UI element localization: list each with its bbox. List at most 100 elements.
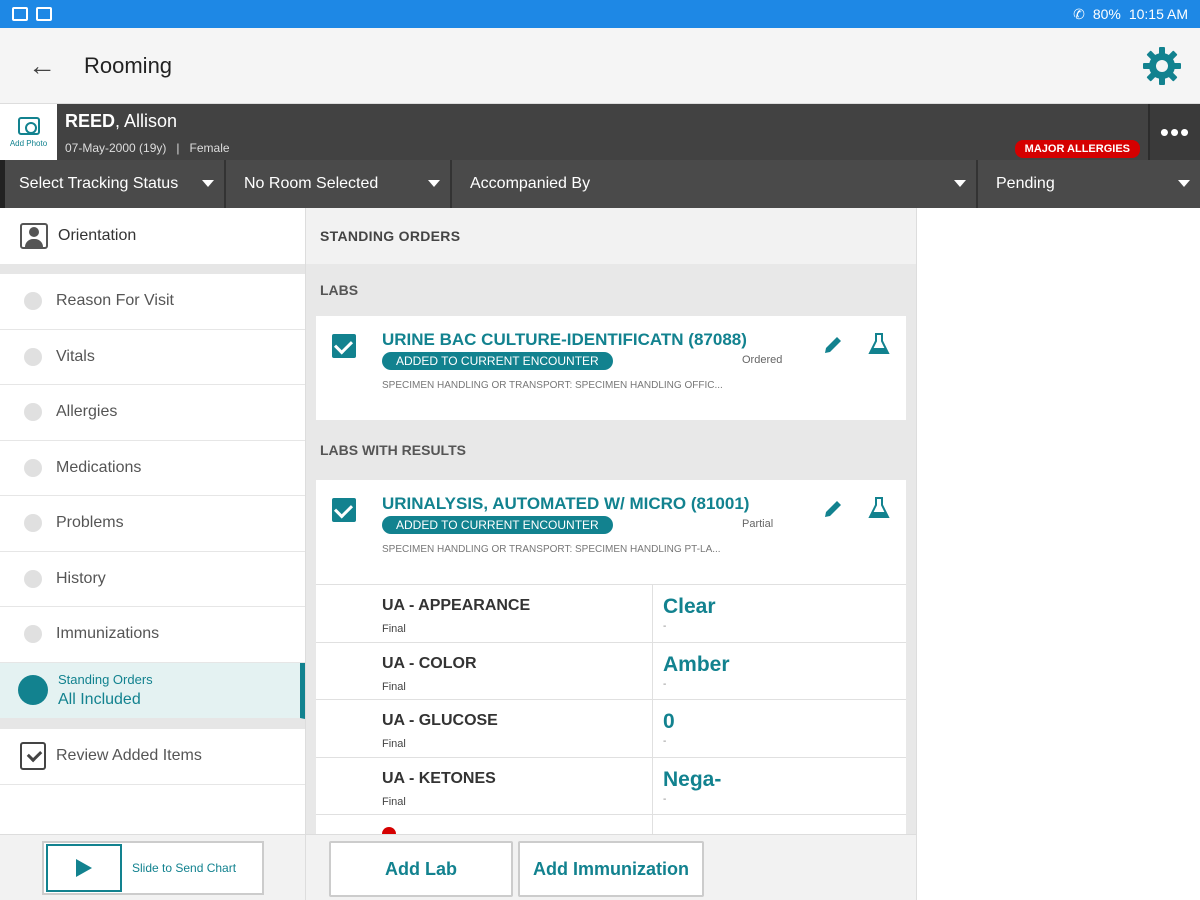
accompanied-dropdown[interactable]: Accompanied By	[452, 160, 978, 208]
camera-icon	[17, 116, 40, 135]
app-bar: ← Rooming	[0, 28, 1200, 104]
nav-item-immunizations[interactable]: Immunizations	[0, 607, 305, 663]
patient-sex: Female	[189, 141, 230, 155]
patient-header: Add Photo REED, Allison 07-May-2000 (19y…	[0, 104, 1200, 160]
clipboard-check-icon	[20, 742, 46, 770]
room-label: No Room Selected	[244, 175, 379, 192]
table-row: UA - GLUCOSE Final 0 -	[316, 700, 906, 758]
slide-label: Slide to Send Chart	[132, 861, 237, 875]
main-content: STANDING ORDERS LABS URINE BAC CULTURE-I…	[306, 208, 916, 834]
result-status: Final	[382, 680, 406, 693]
result-status: Final	[382, 795, 406, 808]
tracking-status-label: Select Tracking Status	[19, 175, 179, 192]
slide-to-send-chart[interactable]: Slide to Send Chart	[42, 841, 264, 895]
more-options-icon[interactable]: •••	[1148, 104, 1200, 160]
bottom-action-bar: Add Lab Add Immunization	[306, 834, 916, 900]
table-row: UA - APPEARANCE Final Clear -	[316, 585, 906, 643]
room-dropdown[interactable]: No Room Selected	[226, 160, 452, 208]
result-value: Clear	[663, 595, 716, 618]
nav-item-label: Vitals	[56, 347, 95, 365]
table-row: UA - COLOR Final Amber -	[316, 642, 906, 700]
nav-item-problems[interactable]: Problems	[0, 496, 305, 552]
status-bar: ✆ 80% 10:15 AM	[0, 0, 1200, 28]
patient-first-name: , Allison	[115, 111, 178, 131]
nav-item-allergies[interactable]: Allergies	[0, 385, 305, 441]
encounter-badge: ADDED TO CURRENT ENCOUNTER	[382, 352, 613, 370]
chevron-down-icon	[202, 180, 214, 187]
nav-item-label: Allergies	[56, 403, 118, 421]
nav-item-medications[interactable]: Medications	[0, 441, 305, 496]
status-dot-icon	[24, 347, 42, 366]
nav-item-history[interactable]: History	[0, 552, 305, 607]
gallery-icon	[12, 7, 28, 21]
visit-status-dropdown[interactable]: Pending	[978, 160, 1200, 208]
battery-level: 80%	[1092, 6, 1121, 22]
visit-status-label: Pending	[996, 175, 1055, 192]
left-nav: Orientation Reason For Visit Vitals Alle…	[0, 208, 306, 834]
result-value: Amber	[663, 652, 730, 676]
lab-checkbox[interactable]	[332, 334, 356, 358]
alert-icon	[382, 827, 396, 834]
pencil-icon[interactable]	[822, 498, 844, 520]
result-sub: -	[663, 793, 667, 805]
tracking-status-dropdown[interactable]: Select Tracking Status	[0, 160, 226, 208]
add-photo-label: Add Photo	[9, 138, 48, 148]
lab-status: Ordered	[742, 354, 783, 366]
chevron-down-icon	[428, 180, 440, 187]
dropdown-bar: Select Tracking Status No Room Selected …	[0, 160, 1200, 208]
flask-icon[interactable]	[868, 332, 890, 356]
lab-card: URINALYSIS, AUTOMATED W/ MICRO (81001) A…	[316, 480, 906, 834]
encounter-badge: ADDED TO CURRENT ENCOUNTER	[382, 516, 613, 534]
result-name: UA - GLUCOSE	[382, 712, 498, 729]
patient-dob: 07-May-2000 (19y)	[65, 141, 167, 155]
chevron-down-icon	[1178, 180, 1190, 187]
patient-details: 07-May-2000 (19y) | Female	[65, 141, 230, 155]
nav-item-standing-orders[interactable]: Standing Orders All Included	[0, 662, 305, 719]
person-icon	[20, 223, 48, 249]
lab-card: URINE BAC CULTURE-IDENTIFICATN (87088) A…	[316, 316, 906, 420]
labs-with-results-header: LABS WITH RESULTS	[320, 442, 466, 458]
table-row: UA - KETONES Final Nega- -	[316, 757, 906, 815]
complete-dot-icon	[18, 675, 48, 705]
page-title: Rooming	[84, 52, 173, 78]
lab-title[interactable]: URINALYSIS, AUTOMATED W/ MICRO (81001)	[382, 494, 749, 514]
patient-name: REED, Allison	[65, 111, 177, 132]
right-pane	[916, 208, 1200, 900]
accompanied-label: Accompanied By	[470, 175, 591, 192]
lab-title[interactable]: URINE BAC CULTURE-IDENTIFICATN (87088)	[382, 330, 747, 350]
status-dot-icon	[24, 625, 42, 644]
nav-item-label: Medications	[56, 458, 142, 476]
nav-item-label: Standing Orders	[58, 671, 153, 687]
bottom-left-bar: Slide to Send Chart	[0, 834, 306, 900]
lab-status: Partial	[742, 518, 774, 530]
nav-orientation[interactable]: Orientation	[0, 208, 305, 274]
result-name: UA - KETONES	[382, 769, 496, 787]
result-sub: -	[663, 736, 667, 747]
flask-icon[interactable]	[868, 496, 890, 520]
lab-description: SPECIMEN HANDLING OR TRANSPORT: SPECIMEN…	[382, 544, 721, 555]
nav-review-added-items[interactable]: Review Added Items	[0, 718, 305, 785]
nav-item-vitals[interactable]: Vitals	[0, 330, 305, 385]
result-name: UA - APPEARANCE	[382, 597, 531, 614]
result-status: Final	[382, 623, 406, 635]
nav-item-label: Reason For Visit	[56, 292, 174, 310]
slide-arrow-icon[interactable]	[46, 844, 122, 892]
result-status: Final	[382, 738, 406, 750]
allergy-badge[interactable]: MAJOR ALLERGIES	[1014, 140, 1140, 158]
add-photo-button[interactable]: Add Photo	[0, 104, 57, 160]
result-value: 0	[663, 710, 675, 733]
nav-orientation-label: Orientation	[58, 227, 137, 244]
back-arrow-icon[interactable]: ←	[0, 28, 84, 104]
add-immunization-button[interactable]: Add Immunization	[518, 841, 704, 897]
pencil-icon[interactable]	[822, 334, 844, 356]
nav-item-reason-for-visit[interactable]: Reason For Visit	[0, 274, 305, 330]
nav-item-label: History	[56, 569, 106, 587]
nav-item-label: Immunizations	[56, 625, 160, 643]
status-dot-icon	[24, 458, 42, 477]
status-dot-icon	[24, 569, 42, 588]
add-lab-button[interactable]: Add Lab	[329, 841, 513, 897]
lab-description: SPECIMEN HANDLING OR TRANSPORT: SPECIMEN…	[382, 380, 723, 391]
gear-icon[interactable]	[1142, 46, 1182, 86]
lab-checkbox[interactable]	[332, 498, 356, 522]
status-dot-icon	[24, 403, 42, 422]
